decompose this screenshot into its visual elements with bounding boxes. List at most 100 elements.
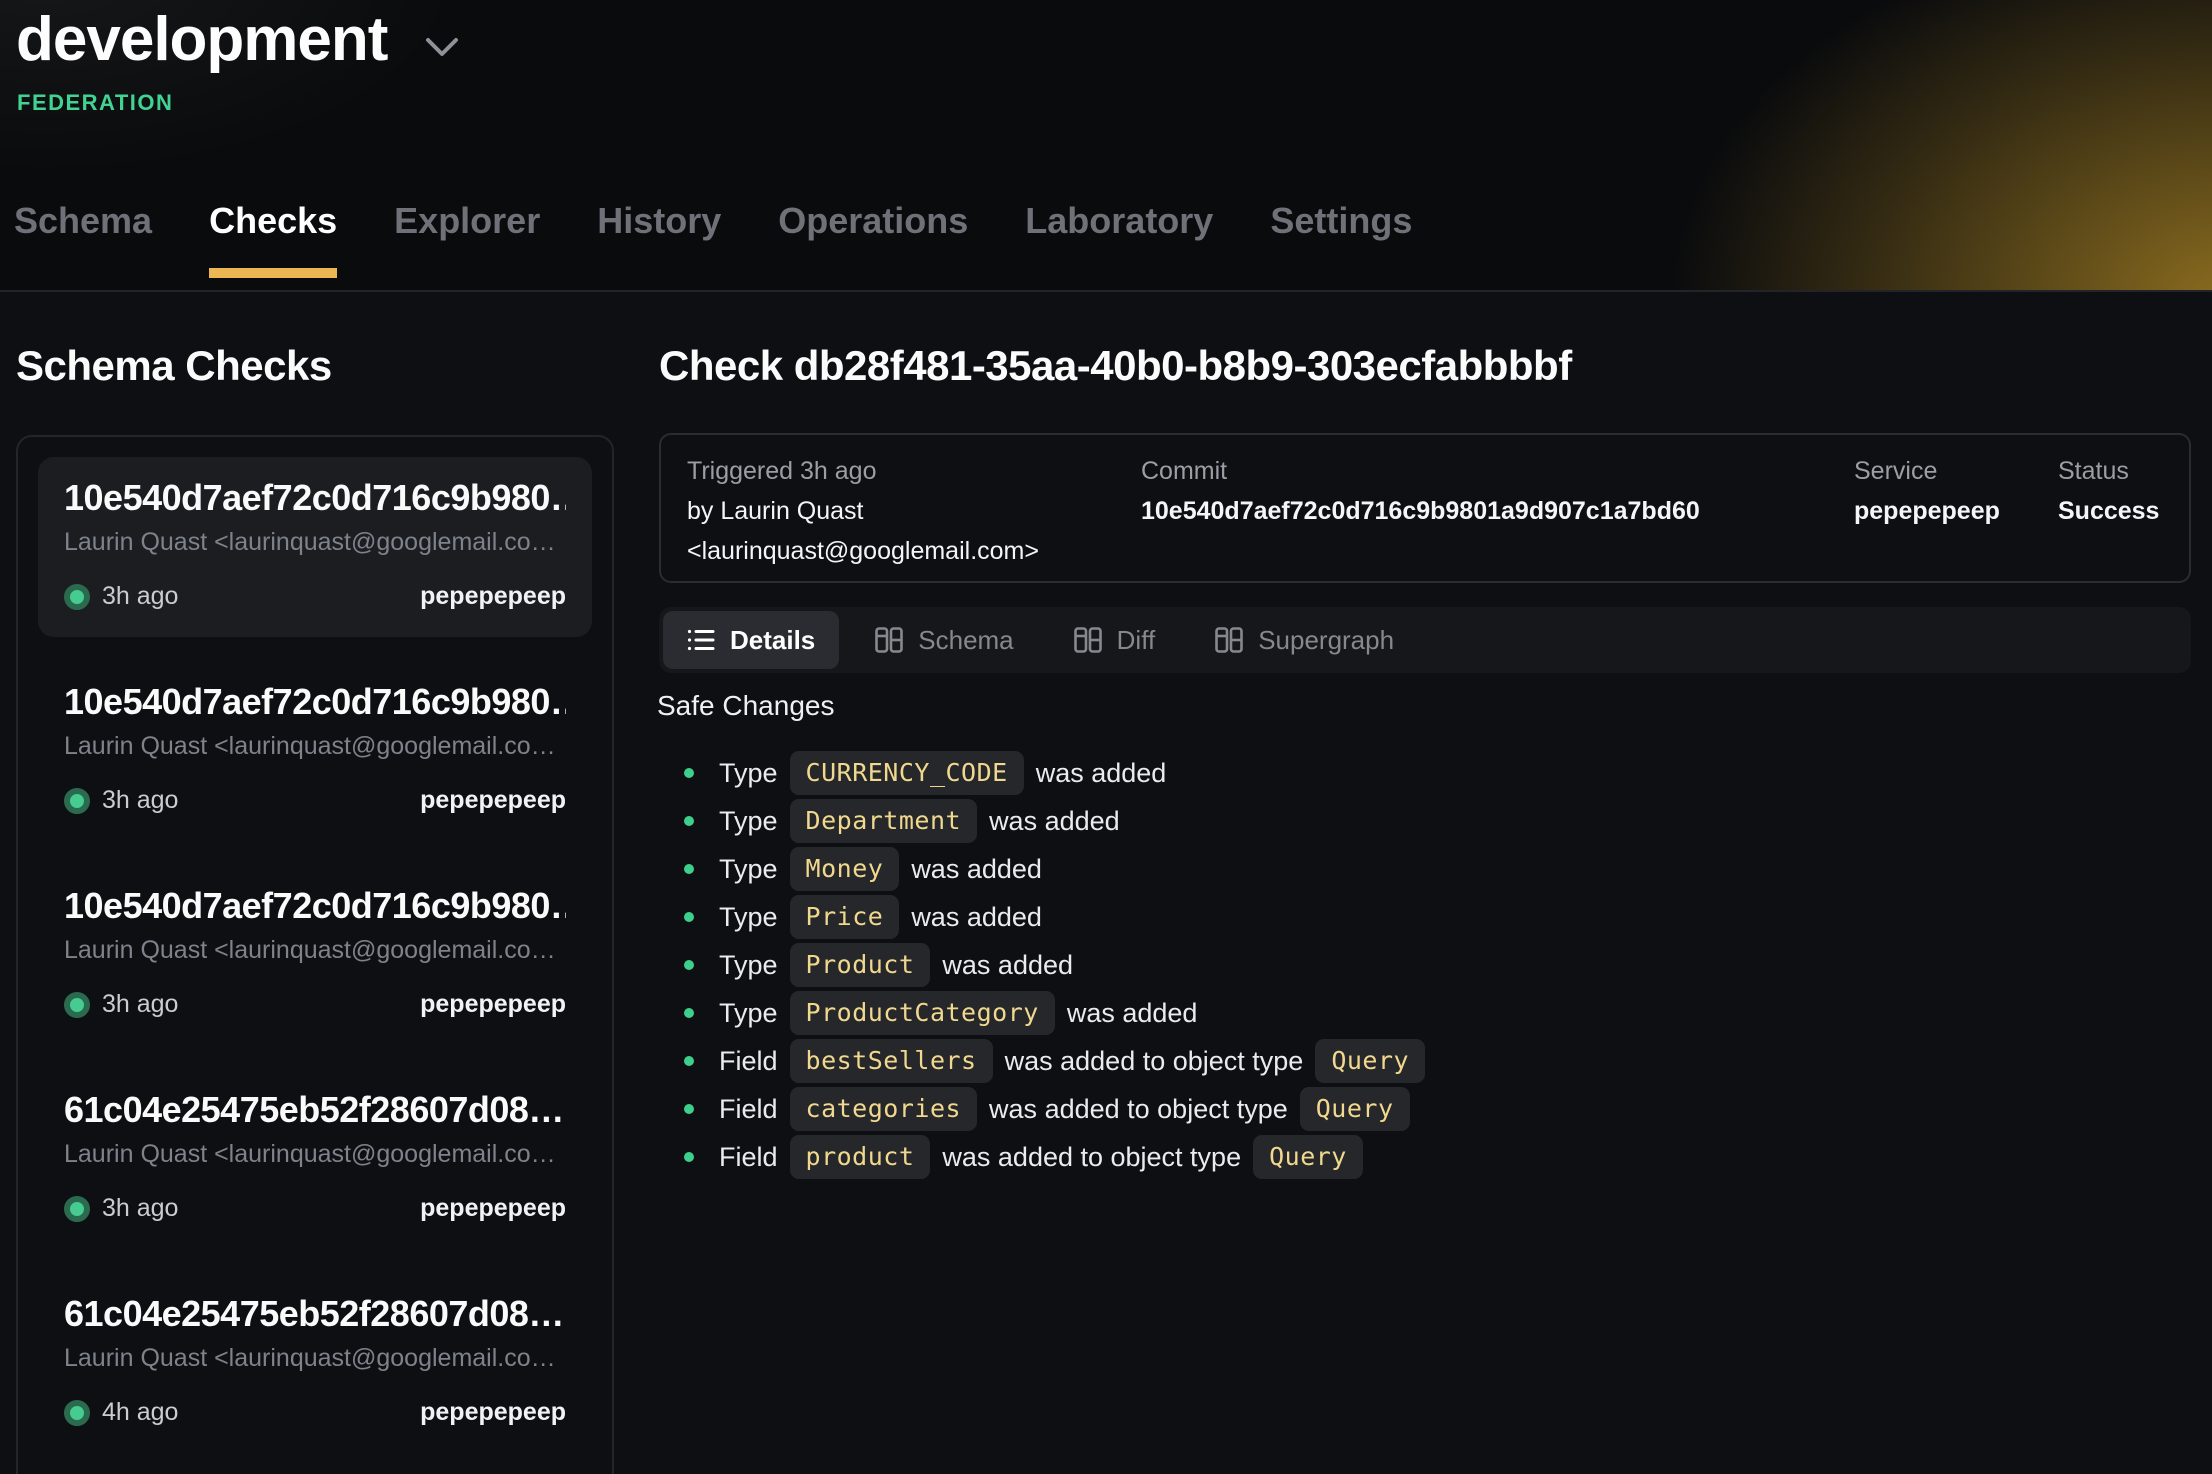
- change-suffix: was added: [911, 854, 1042, 885]
- status-dot-icon: [64, 1400, 90, 1426]
- check-title: Check db28f481-35aa-40b0-b8b9-303ecfabbb…: [659, 342, 1572, 390]
- check-item-author: Laurin Quast <laurinquast@googlemail.co…: [64, 1140, 566, 1169]
- check-item-footer: 3h ago pepepepeep: [64, 1194, 566, 1223]
- detail-tab-supergraph[interactable]: Supergraph: [1191, 611, 1418, 669]
- bullet-icon: [659, 1056, 719, 1066]
- check-list-item[interactable]: 10e540d7aef72c0d716c9b980… Laurin Quast <…: [38, 457, 592, 637]
- detail-tab-label: Details: [730, 625, 815, 656]
- bullet-icon: [659, 1008, 719, 1018]
- safe-changes-list: TypeCURRENCY_CODEwas addedTypeDepartment…: [659, 749, 1437, 1181]
- check-item-footer: 3h agopepepepeep: [64, 990, 566, 1019]
- change-suffix: was added: [911, 902, 1042, 933]
- check-item-hash: 61c04e25475eb52f28607d08…: [64, 1089, 566, 1131]
- meta-status-value: Success: [2058, 491, 2163, 531]
- change-name-chip: Money: [790, 847, 900, 891]
- check-list-item[interactable]: 61c04e25475eb52f28607d08… Laurin Quast <l…: [38, 1273, 592, 1453]
- check-item-service: pepepepeep: [420, 786, 566, 815]
- nav-tab-laboratory[interactable]: Laboratory: [1025, 200, 1213, 278]
- change-kind: Type: [719, 950, 778, 981]
- status-dot-icon: [64, 788, 90, 814]
- check-list-item[interactable]: 61c04e25475eb52f28607d08… Laurin Quast <l…: [38, 1069, 592, 1249]
- meta-commit-hash: 10e540d7aef72c0d716c9b9801a9d907c1a7bd60: [1141, 491, 1854, 531]
- meta-triggered-author: by Laurin Quast: [687, 491, 1141, 531]
- change-kind: Type: [719, 758, 778, 789]
- change-suffix: was added to object type: [989, 1094, 1288, 1125]
- change-name-chip: CURRENCY_CODE: [790, 751, 1024, 795]
- meta-triggered-email: <laurinquast@googlemail.com>: [687, 531, 1141, 571]
- change-name-chip: bestSellers: [790, 1039, 993, 1083]
- list-icon: [687, 627, 715, 653]
- change-target-chip: Query: [1300, 1087, 1410, 1131]
- change-name-chip: Department: [790, 799, 978, 843]
- bullet-icon: [659, 816, 719, 826]
- meta-commit-label: Commit: [1141, 451, 1854, 491]
- meta-triggered-label: Triggered 3h ago: [687, 451, 1141, 491]
- bullet-icon: [659, 1152, 719, 1162]
- check-item-hash: 61c04e25475eb52f28607d08…: [64, 1293, 566, 1335]
- detail-tabs: Details Schema Diff Supergraph: [659, 607, 2191, 673]
- change-suffix: was added: [989, 806, 1120, 837]
- change-suffix: was added: [1036, 758, 1167, 789]
- bullet-icon: [659, 864, 719, 874]
- check-list-item[interactable]: 10e540d7aef72c0d716c9b980…Laurin Quast <…: [38, 865, 592, 1045]
- check-item-author: Laurin Quast <laurinquast@googlemail.co…: [64, 1344, 566, 1373]
- change-kind: Type: [719, 998, 778, 1029]
- change-suffix: was added to object type: [1005, 1046, 1304, 1077]
- meta-triggered: Triggered 3h ago by Laurin Quast <laurin…: [687, 451, 1141, 581]
- status-dot-icon: [64, 1196, 90, 1222]
- check-item-footer: 3h ago pepepepeep: [64, 582, 566, 611]
- nav-tab-settings[interactable]: Settings: [1270, 200, 1412, 278]
- detail-tab-diff[interactable]: Diff: [1050, 611, 1180, 669]
- nav-tab-operations[interactable]: Operations: [778, 200, 968, 278]
- change-kind: Field: [719, 1046, 778, 1077]
- change-name-chip: Product: [790, 943, 931, 987]
- columns-icon: [1215, 627, 1243, 653]
- change-row: Field bestSellers was added to object type…: [659, 1037, 1437, 1085]
- meta-service-label: Service: [1854, 451, 2058, 491]
- check-item-time: 3h ago: [102, 786, 178, 815]
- change-name-chip: categories: [790, 1087, 978, 1131]
- detail-tab-label: Diff: [1117, 625, 1156, 656]
- status-dot-icon: [64, 992, 90, 1018]
- change-row: TypePricewas added: [659, 893, 1437, 941]
- check-item-time: 3h ago: [102, 582, 178, 611]
- detail-tab-label: Supergraph: [1258, 625, 1394, 656]
- page-header: development FEDERATION SchemaChecksExplo…: [0, 0, 2212, 292]
- detail-tab-schema[interactable]: Schema: [851, 611, 1037, 669]
- safe-changes-title: Safe Changes: [657, 690, 834, 722]
- checks-list: 10e540d7aef72c0d716c9b980… Laurin Quast <…: [16, 435, 614, 1474]
- check-item-author: Laurin Quast <laurinquast@googlemail.co…: [64, 528, 566, 557]
- check-meta-box: Triggered 3h ago by Laurin Quast <laurin…: [659, 433, 2191, 583]
- check-item-hash: 10e540d7aef72c0d716c9b980…: [64, 681, 566, 723]
- change-target-chip: Query: [1253, 1135, 1363, 1179]
- nav-tab-history[interactable]: History: [597, 200, 721, 278]
- check-item-footer: 3h ago pepepepeep: [64, 786, 566, 815]
- nav-tab-checks[interactable]: Checks: [209, 200, 337, 278]
- detail-tab-details[interactable]: Details: [663, 611, 839, 669]
- check-item-service: pepepepeep: [420, 582, 566, 611]
- chevron-down-icon[interactable]: [425, 36, 459, 58]
- change-kind: Field: [719, 1094, 778, 1125]
- check-list-item[interactable]: 10e540d7aef72c0d716c9b980… Laurin Quast <…: [38, 661, 592, 841]
- app-root: development FEDERATION SchemaChecksExplo…: [0, 0, 2212, 1474]
- change-suffix: was added: [942, 950, 1073, 981]
- project-selector[interactable]: development: [16, 4, 459, 75]
- bullet-icon: [659, 912, 719, 922]
- nav-tab-schema[interactable]: Schema: [14, 200, 152, 278]
- check-item-hash: 10e540d7aef72c0d716c9b980…: [64, 477, 566, 519]
- change-row: TypeProductCategorywas added: [659, 989, 1437, 1037]
- change-suffix: was added: [1067, 998, 1198, 1029]
- change-row: Field categories was added to object type Q…: [659, 1085, 1437, 1133]
- nav-tab-explorer[interactable]: Explorer: [394, 200, 540, 278]
- check-item-footer: 4h agopepepepeep: [64, 1398, 566, 1427]
- change-kind: Type: [719, 806, 778, 837]
- change-name-chip: product: [790, 1135, 931, 1179]
- project-title: development: [16, 4, 387, 75]
- check-item-service: pepepepeep: [420, 1194, 566, 1223]
- change-row: TypeMoneywas added: [659, 845, 1437, 893]
- main-content: Schema Checks 10e540d7aef72c0d716c9b980……: [0, 292, 2212, 1474]
- change-kind: Field: [719, 1142, 778, 1173]
- check-item-time: 3h ago: [102, 1194, 178, 1223]
- status-dot-icon: [64, 584, 90, 610]
- check-item-author: Laurin Quast <laurinquast@googlemail.co…: [64, 732, 566, 761]
